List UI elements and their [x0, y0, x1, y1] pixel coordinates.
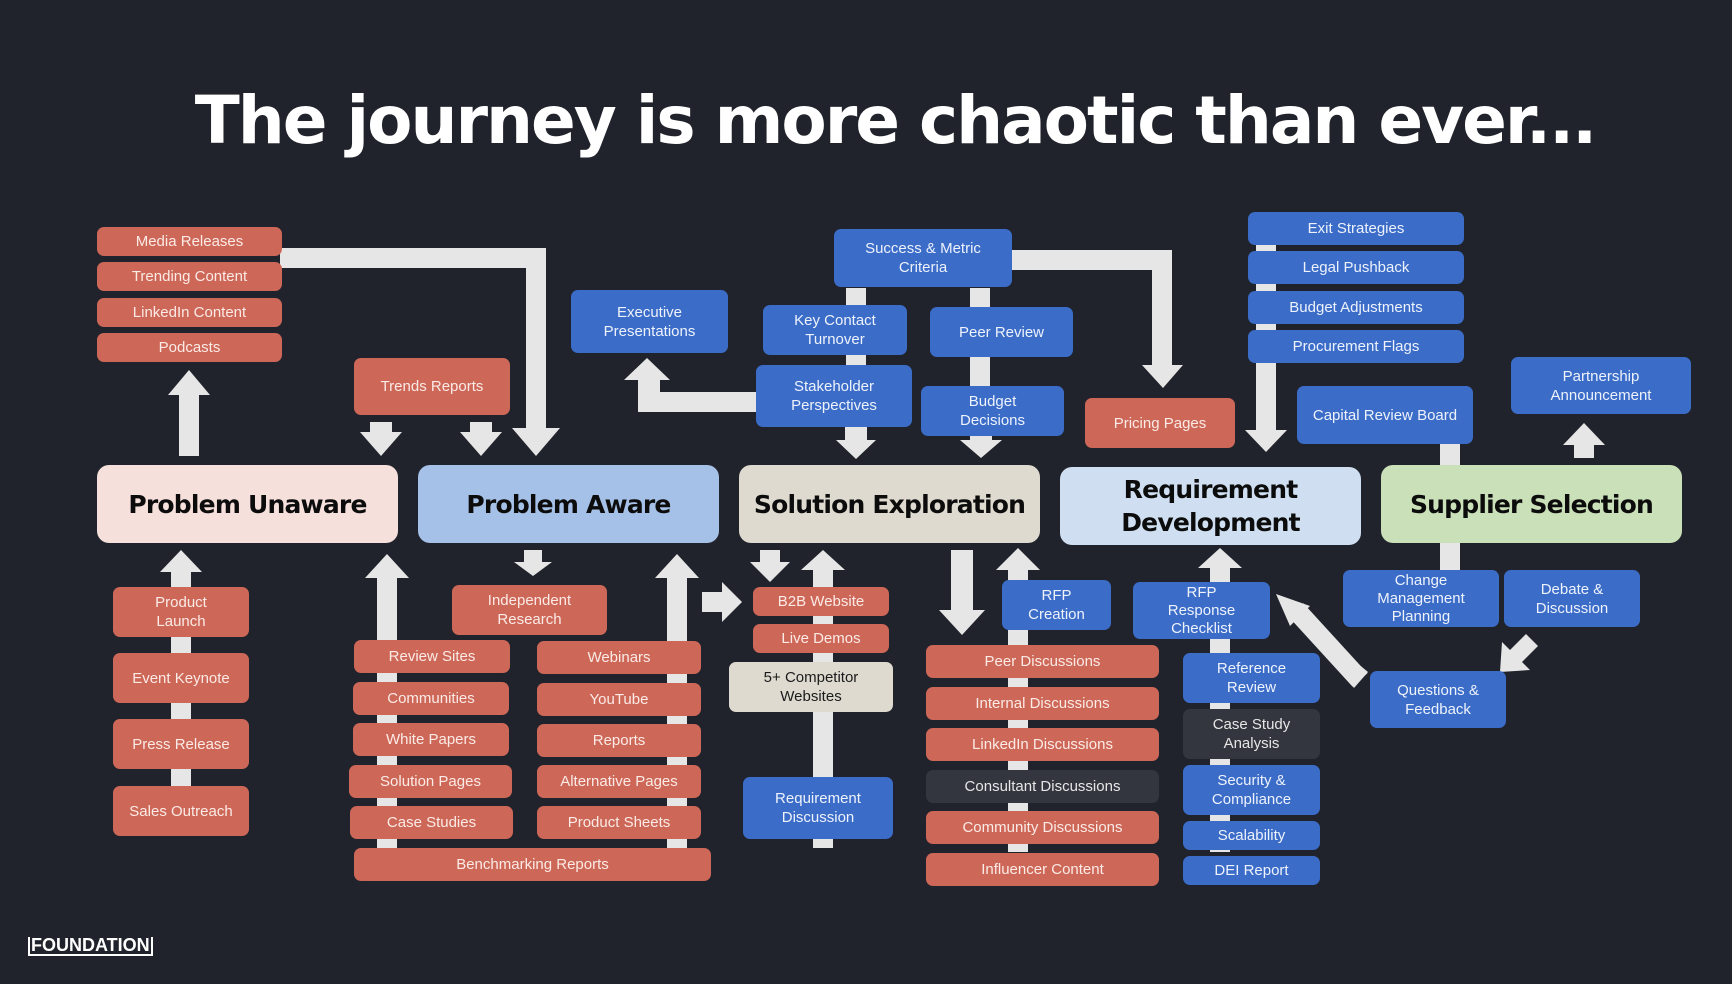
arrow-media-to-aware	[280, 248, 560, 456]
node-influencer-content[interactable]: Influencer Content	[926, 853, 1159, 886]
node-communities[interactable]: Communities	[353, 682, 509, 715]
node-rfp-creation[interactable]: RFP Creation	[1002, 580, 1111, 630]
connector-keynote-press	[171, 702, 191, 720]
node-trending-content[interactable]: Trending Content	[97, 262, 282, 291]
node-success-metric-criteria[interactable]: Success & Metric Criteria	[834, 229, 1012, 287]
foundation-logo: FOUNDATION	[28, 936, 153, 956]
node-stakeholder-perspectives[interactable]: Stakeholder Perspectives	[756, 365, 912, 427]
node-alternative-pages[interactable]: Alternative Pages	[537, 765, 701, 798]
node-capital-review-board[interactable]: Capital Review Board	[1297, 386, 1473, 444]
node-community-discussions[interactable]: Community Discussions	[926, 811, 1159, 844]
stage-label: Requirement Development	[1121, 475, 1300, 537]
node-media-releases[interactable]: Media Releases	[97, 227, 282, 256]
arrow-launch-up	[160, 550, 202, 588]
node-solution-pages[interactable]: Solution Pages	[349, 765, 512, 798]
node-partnership-announcement[interactable]: Partnership Announcement	[1511, 357, 1691, 414]
node-dei-report[interactable]: DEI Report	[1183, 856, 1320, 885]
node-sales-outreach[interactable]: Sales Outreach	[113, 786, 249, 836]
connector-press-sales	[171, 768, 191, 786]
node-scalability[interactable]: Scalability	[1183, 821, 1320, 850]
node-product-sheets[interactable]: Product Sheets	[537, 806, 701, 839]
arrow-budget-down	[960, 436, 1002, 458]
node-press-release[interactable]: Press Release	[113, 719, 249, 769]
arrow-stakeholder-down	[836, 426, 876, 459]
node-white-papers[interactable]: White Papers	[353, 723, 509, 756]
arrow-unaware-up	[168, 370, 210, 456]
arrow-stakeholder-to-exec	[624, 358, 760, 412]
node-youtube[interactable]: YouTube	[537, 683, 701, 716]
connector-capital-supplier	[1440, 444, 1460, 466]
node-budget-decisions[interactable]: Budget Decisions	[921, 386, 1064, 436]
stage-label: Problem Aware	[466, 489, 671, 519]
stage-requirement-development[interactable]: Requirement Development	[1060, 467, 1361, 545]
node-reference-review[interactable]: Reference Review	[1183, 653, 1320, 703]
node-peer-review[interactable]: Peer Review	[930, 307, 1073, 357]
arrow-procurement-down	[1245, 362, 1287, 452]
node-key-contact-turnover[interactable]: Key Contact Turnover	[763, 305, 907, 355]
node-live-demos[interactable]: Live Demos	[753, 624, 889, 653]
stage-label: Solution Exploration	[753, 489, 1026, 519]
arrow-to-b2b	[702, 582, 742, 622]
arrow-trends-down-1	[360, 422, 402, 456]
arrow-solution-to-b2b	[750, 550, 790, 582]
node-b2b-website[interactable]: B2B Website	[753, 587, 889, 616]
arrow-supplier-up	[1563, 423, 1605, 458]
node-budget-adjustments[interactable]: Budget Adjustments	[1248, 291, 1464, 324]
node-benchmarking-reports[interactable]: Benchmarking Reports	[354, 848, 711, 881]
connector-supplier-change	[1440, 542, 1460, 572]
node-internal-discussions[interactable]: Internal Discussions	[926, 687, 1159, 720]
stage-label: Problem Unaware	[128, 489, 367, 519]
node-event-keynote[interactable]: Event Keynote	[113, 653, 249, 703]
node-pricing-pages[interactable]: Pricing Pages	[1085, 398, 1235, 448]
node-procurement-flags[interactable]: Procurement Flags	[1248, 330, 1464, 363]
stage-problem-aware[interactable]: Problem Aware	[418, 465, 719, 543]
node-executive-presentations[interactable]: Executive Presentations	[571, 290, 728, 353]
node-webinars[interactable]: Webinars	[537, 641, 701, 674]
arrow-debate-to-questions	[1500, 634, 1538, 672]
node-change-management-planning[interactable]: Change Management Planning	[1343, 570, 1499, 627]
node-rfp-response-checklist[interactable]: RFP Response Checklist	[1133, 582, 1270, 639]
node-competitor-websites[interactable]: 5+ Competitor Websites	[729, 662, 893, 712]
connector-peer-budget	[970, 356, 990, 388]
arrow-solution-to-discussions	[939, 550, 985, 635]
node-podcasts[interactable]: Podcasts	[97, 333, 282, 362]
stage-supplier-selection[interactable]: Supplier Selection	[1381, 465, 1682, 543]
node-security-compliance[interactable]: Security & Compliance	[1183, 765, 1320, 815]
arrow-aware-to-research	[514, 550, 552, 576]
node-review-sites[interactable]: Review Sites	[354, 640, 510, 673]
stage-solution-exploration[interactable]: Solution Exploration	[739, 465, 1040, 543]
node-case-study-analysis[interactable]: Case Study Analysis	[1183, 709, 1320, 759]
node-independent-research[interactable]: Independent Research	[452, 585, 607, 635]
node-linkedin-discussions[interactable]: LinkedIn Discussions	[926, 728, 1159, 761]
node-exit-strategies[interactable]: Exit Strategies	[1248, 212, 1464, 245]
node-case-studies[interactable]: Case Studies	[350, 806, 513, 839]
node-peer-discussions[interactable]: Peer Discussions	[926, 645, 1159, 678]
node-questions-feedback[interactable]: Questions & Feedback	[1370, 671, 1506, 728]
connector-launch-keynote	[171, 636, 191, 654]
node-consultant-discussions[interactable]: Consultant Discussions	[926, 770, 1159, 803]
node-requirement-discussion[interactable]: Requirement Discussion	[743, 777, 893, 839]
node-debate-discussion[interactable]: Debate & Discussion	[1504, 570, 1640, 627]
arrow-trends-down-2	[460, 422, 502, 456]
node-reports[interactable]: Reports	[537, 724, 701, 757]
node-trends-reports[interactable]: Trends Reports	[354, 358, 510, 415]
node-product-launch[interactable]: Product Launch	[113, 587, 249, 637]
connector-metric-peer	[970, 288, 990, 308]
stage-problem-unaware[interactable]: Problem Unaware	[97, 465, 398, 543]
stage-label: Supplier Selection	[1409, 489, 1654, 519]
node-linkedin-content[interactable]: LinkedIn Content	[97, 298, 282, 327]
node-legal-pushback[interactable]: Legal Pushback	[1248, 251, 1464, 284]
